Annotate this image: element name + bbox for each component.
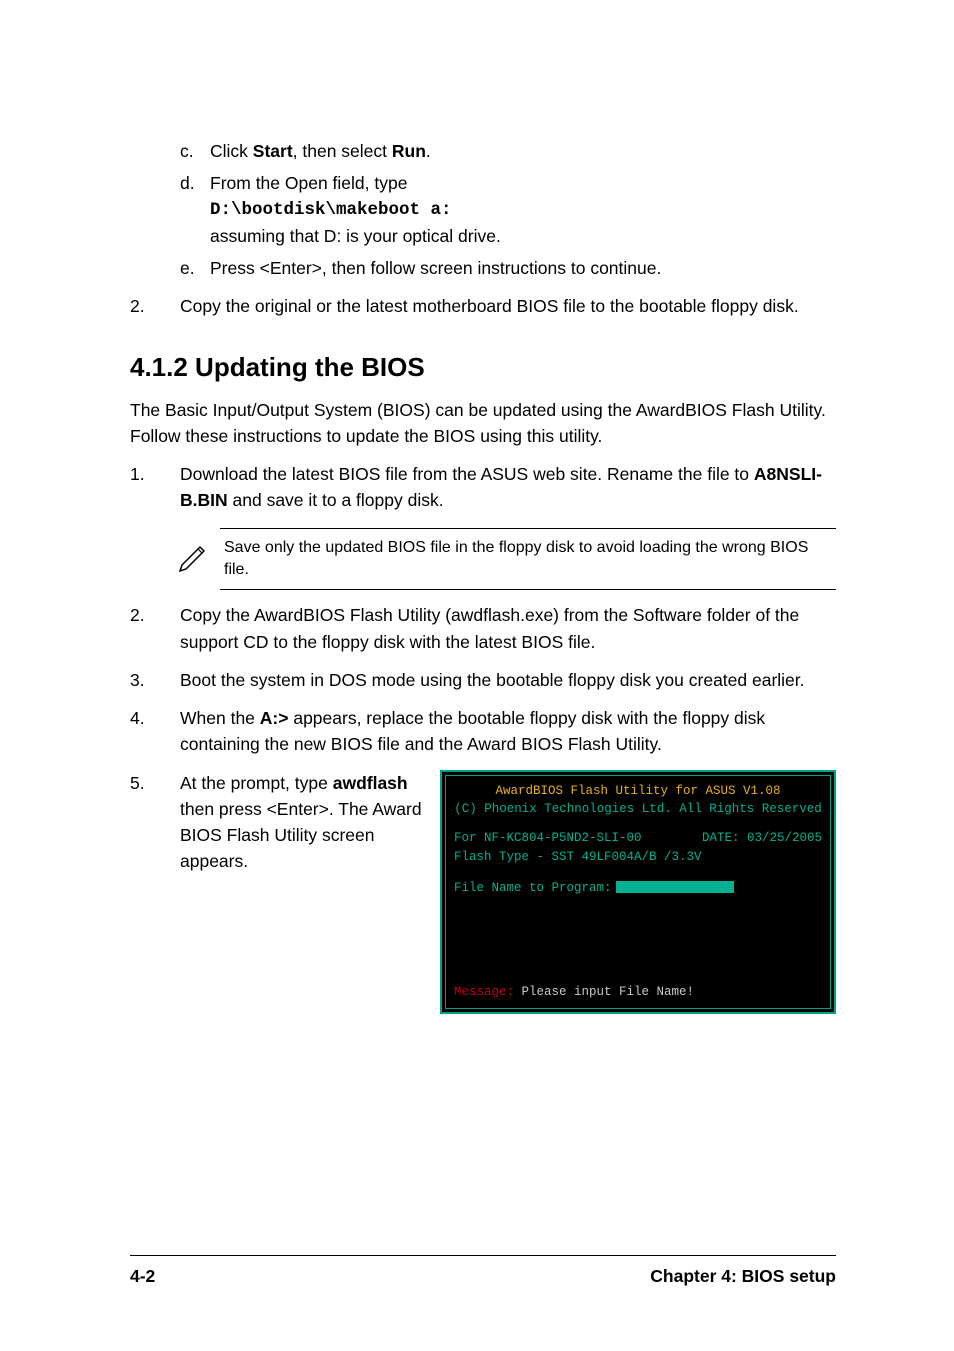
bios-flash-type: Flash Type - SST 49LF004A/B /3.3V — [454, 848, 822, 867]
intro-paragraph: The Basic Input/Output System (BIOS) can… — [130, 397, 836, 450]
note-text: Save only the updated BIOS file in the f… — [220, 528, 836, 591]
step-body: Download the latest BIOS file from the A… — [180, 461, 836, 514]
pencil-note-icon — [176, 537, 220, 580]
bios-message-text: Please input File Name! — [514, 985, 694, 999]
page-footer: 4-2 Chapter 4: BIOS setup — [130, 1255, 836, 1287]
substep-letter: c. — [180, 138, 210, 164]
bios-message-line: Message: Please input File Name! — [454, 983, 822, 1002]
step-body: When the A:> appears, replace the bootab… — [180, 705, 836, 758]
text: At the prompt, type — [180, 773, 333, 793]
step-text: Boot the system in DOS mode using the bo… — [180, 667, 836, 693]
bios-for: For NF-KC804-P5ND2-SLI-00 — [454, 829, 642, 848]
text: and save it to a floppy disk. — [228, 490, 444, 510]
chapter-title: Chapter 4: BIOS setup — [650, 1266, 836, 1287]
step-1: 1. Download the latest BIOS file from th… — [130, 461, 836, 514]
start-label: Start — [253, 141, 293, 161]
text: then press <Enter>. The Award BIOS Flash… — [180, 799, 422, 872]
step-body: At the prompt, type awdflash then press … — [180, 770, 836, 1015]
text: From the Open field, type — [210, 170, 836, 196]
text: Download the latest BIOS file from the A… — [180, 464, 754, 484]
step-text: Copy the original or the latest motherbo… — [180, 293, 836, 319]
text: Press <Enter>, then follow screen instru… — [210, 255, 836, 281]
step-number: 2. — [130, 293, 180, 319]
command-text: D:\bootdisk\makeboot a: — [210, 197, 836, 223]
step-2-top: 2. Copy the original or the latest mothe… — [130, 293, 836, 319]
bios-cursor — [616, 881, 734, 893]
step-text: Copy the AwardBIOS Flash Utility (awdfla… — [180, 602, 836, 655]
step-number: 4. — [130, 705, 180, 758]
bios-prompt-label: File Name to Program: — [454, 881, 612, 895]
step-3: 3. Boot the system in DOS mode using the… — [130, 667, 836, 693]
substep-letter: d. — [180, 170, 210, 249]
step-number: 3. — [130, 667, 180, 693]
substep-d: d. From the Open field, type D:\bootdisk… — [180, 170, 836, 249]
substep-e: e. Press <Enter>, then follow screen ins… — [180, 255, 836, 281]
text: assuming that D: is your optical drive. — [210, 223, 836, 249]
text: When the — [180, 708, 260, 728]
prompt-text: A:> — [260, 708, 289, 728]
step-number: 2. — [130, 602, 180, 655]
step-4: 4. When the A:> appears, replace the boo… — [130, 705, 836, 758]
note-block: Save only the updated BIOS file in the f… — [176, 528, 836, 591]
step-5: 5. At the prompt, type awdflash then pre… — [130, 770, 836, 1015]
bios-title: AwardBIOS Flash Utility for ASUS V1.08 — [454, 782, 822, 801]
text: , then select — [293, 141, 392, 161]
run-label: Run — [392, 141, 426, 161]
page-number: 4-2 — [130, 1266, 155, 1287]
section-heading: 4.1.2 Updating the BIOS — [130, 352, 836, 383]
substep-letter: e. — [180, 255, 210, 281]
step-2: 2. Copy the AwardBIOS Flash Utility (awd… — [130, 602, 836, 655]
command: awdflash — [333, 773, 408, 793]
bios-terminal: AwardBIOS Flash Utility for ASUS V1.08 (… — [440, 770, 836, 1015]
step-number: 1. — [130, 461, 180, 514]
text: Click — [210, 141, 253, 161]
bios-date: DATE: 03/25/2005 — [702, 829, 822, 848]
substep-body: From the Open field, type D:\bootdisk\ma… — [210, 170, 836, 249]
step-number: 5. — [130, 770, 180, 1015]
bios-copyright: (C) Phoenix Technologies Ltd. All Rights… — [454, 800, 822, 819]
text: . — [426, 141, 431, 161]
substep-c: c. Click Start, then select Run. — [180, 138, 836, 164]
bios-message-label: Message: — [454, 985, 514, 999]
substep-body: Click Start, then select Run. — [210, 138, 836, 164]
bios-prompt-line: File Name to Program: — [454, 879, 822, 898]
